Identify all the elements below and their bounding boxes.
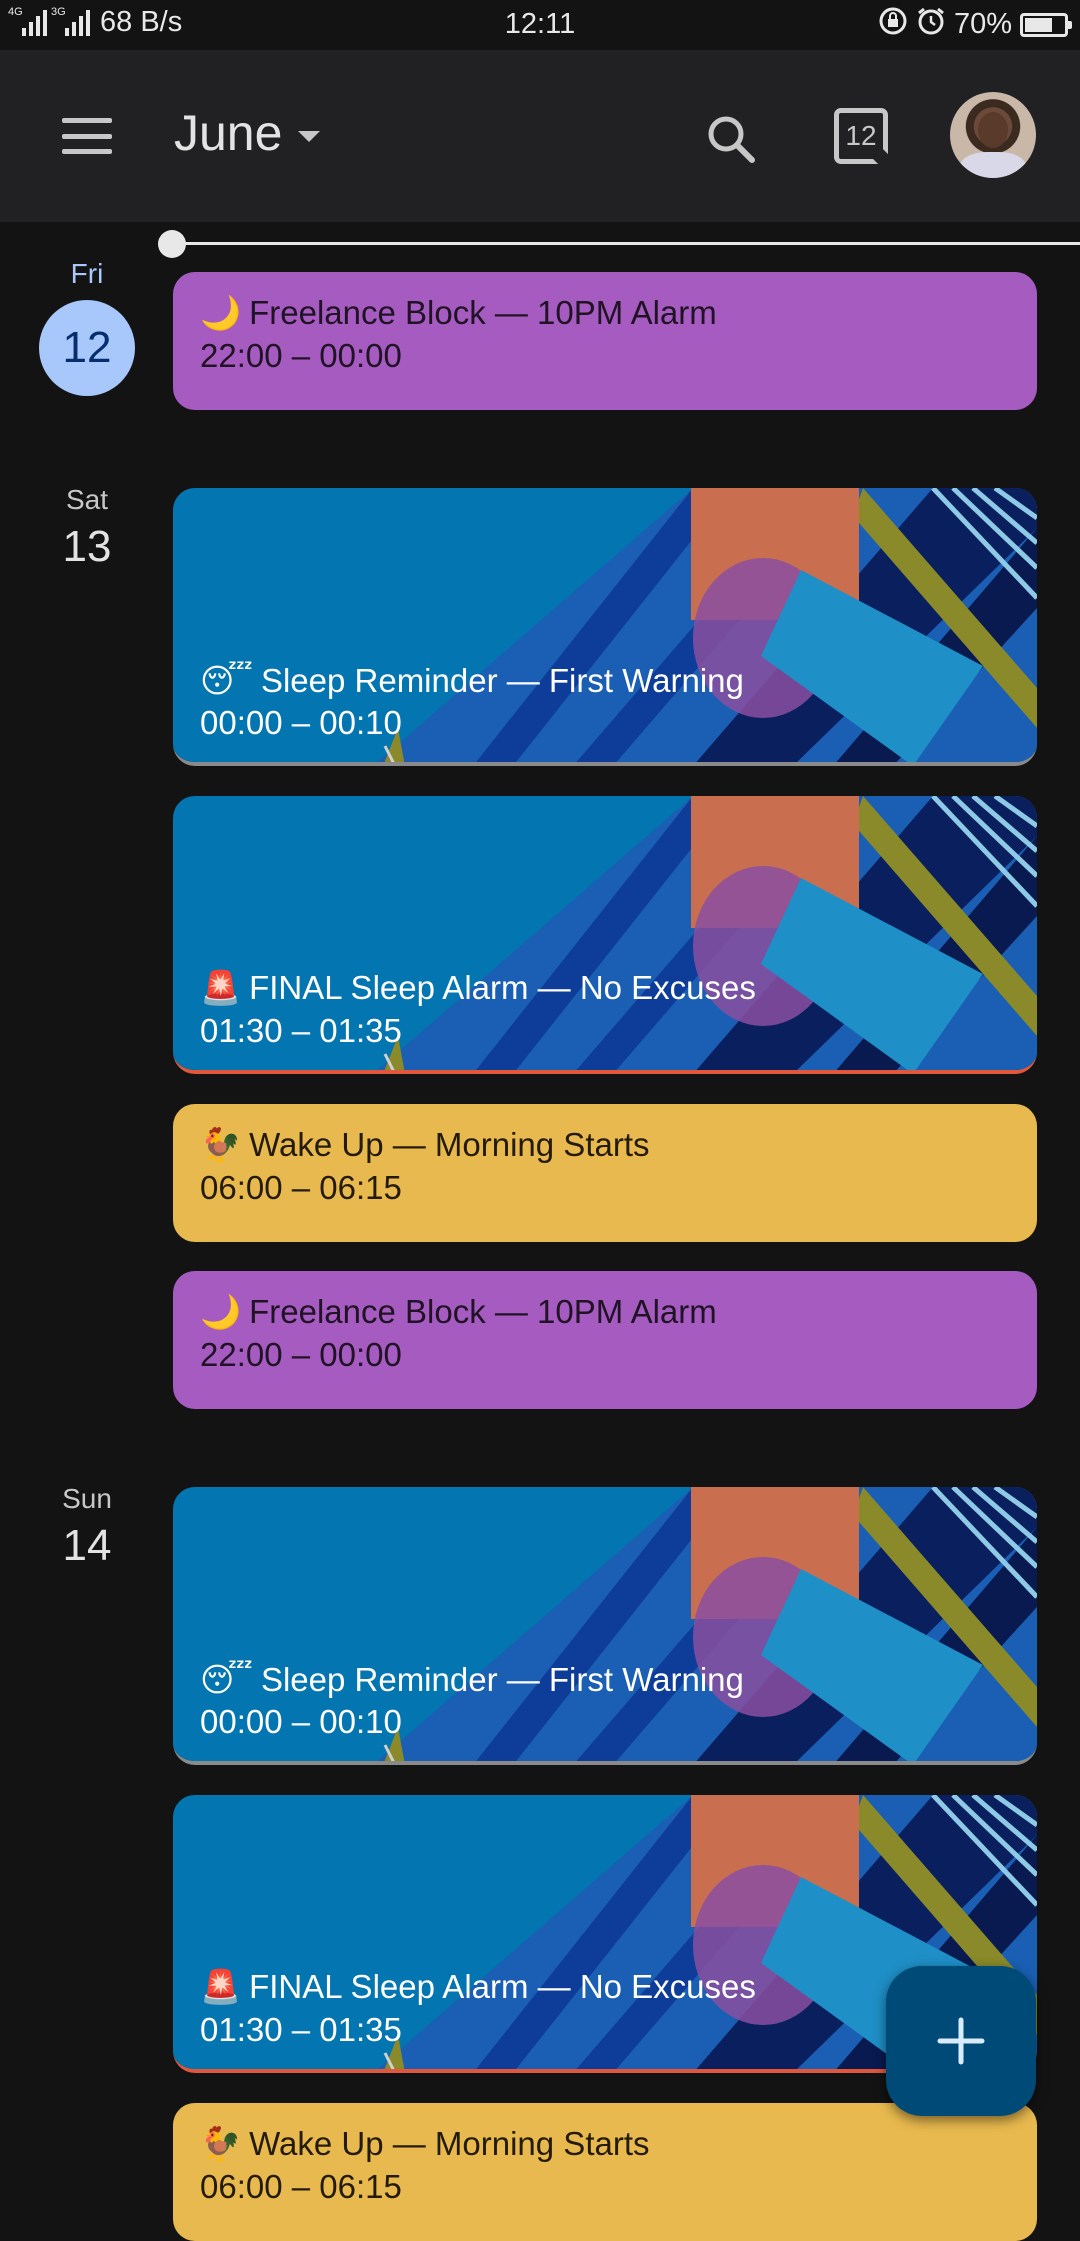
battery-percent: 70%: [953, 8, 1012, 40]
today-icon[interactable]: 12: [834, 108, 888, 164]
event-title: 😴 Sleep Reminder — First Warning: [200, 662, 744, 699]
menu-icon[interactable]: [62, 118, 112, 154]
event-time: 01:30 – 01:35: [200, 1012, 402, 1049]
event-time: 22:00 – 00:00: [200, 337, 402, 374]
add-event-button[interactable]: [886, 1966, 1036, 2116]
current-time-dot: [158, 230, 186, 258]
event-time: 00:00 – 00:10: [200, 704, 402, 741]
avatar-face: [978, 112, 1008, 148]
sleeping-face-icon: 😴: [200, 662, 253, 699]
event-time: 00:00 – 00:10: [200, 1703, 402, 1740]
day-name: Fri: [70, 258, 104, 289]
day-name: Sat: [65, 484, 109, 515]
status-bar: 4G 3G 68 B/s 12:11 70%: [0, 0, 1080, 50]
current-time-line: [172, 242, 1080, 245]
event-title: 🐓 Wake Up — Morning Starts: [200, 1126, 650, 1163]
event-card[interactable]: 😴 Sleep Reminder — First Warning 00:00 – …: [173, 488, 1037, 766]
day-label-sun[interactable]: Sun 14: [27, 1483, 147, 1571]
event-card[interactable]: 🌙 Freelance Block — 10PM Alarm 22:00 – 00…: [173, 272, 1037, 410]
event-time: 06:00 – 06:15: [200, 1169, 402, 1206]
month-selector[interactable]: June: [174, 104, 321, 162]
today-icon-number: 12: [845, 120, 877, 151]
day-label-sat[interactable]: Sat 13: [27, 484, 147, 572]
event-card[interactable]: 🐓 Wake Up — Morning Starts 06:00 – 06:15: [173, 2103, 1037, 2241]
siren-icon: 🚨: [200, 1968, 242, 2005]
rotation-lock-icon: [878, 6, 908, 43]
avatar[interactable]: [950, 92, 1036, 178]
event-title: 🚨 FINAL Sleep Alarm — No Excuses: [200, 969, 756, 1006]
event-title: 🌙 Freelance Block — 10PM Alarm: [200, 1293, 717, 1330]
event-title: 😴 Sleep Reminder — First Warning: [200, 1661, 744, 1698]
avatar-shirt: [960, 152, 1026, 178]
status-right: 70%: [878, 6, 1072, 43]
moon-icon: 🌙: [200, 1293, 242, 1330]
event-card[interactable]: 🌙 Freelance Block — 10PM Alarm 22:00 – 00…: [173, 1271, 1037, 1409]
search-icon[interactable]: [704, 112, 760, 168]
event-time: 22:00 – 00:00: [200, 1336, 402, 1373]
app-bar: June 12: [0, 50, 1080, 222]
battery-icon: [1020, 12, 1072, 37]
dropdown-caret-icon: [298, 130, 321, 142]
moon-icon: 🌙: [200, 294, 242, 331]
day-label-fri[interactable]: Fri 12: [27, 258, 147, 396]
day-number: 14: [62, 1521, 112, 1570]
event-title: 🐓 Wake Up — Morning Starts: [200, 2125, 650, 2162]
day-number: 12: [39, 300, 135, 396]
day-name: Sun: [62, 1483, 112, 1514]
event-title: 🌙 Freelance Block — 10PM Alarm: [200, 294, 717, 331]
siren-icon: 🚨: [200, 969, 242, 1006]
alarm-icon: [916, 6, 946, 43]
plus-icon: [937, 2017, 985, 2065]
event-card[interactable]: 🐓 Wake Up — Morning Starts 06:00 – 06:15: [173, 1104, 1037, 1242]
event-card[interactable]: 😴 Sleep Reminder — First Warning 00:00 – …: [173, 1487, 1037, 1765]
sleeping-face-icon: 😴: [200, 1661, 253, 1698]
event-time: 06:00 – 06:15: [200, 2168, 402, 2205]
rooster-icon: 🐓: [200, 2125, 242, 2162]
event-card[interactable]: 🚨 FINAL Sleep Alarm — No Excuses 01:30 – …: [173, 796, 1037, 1074]
month-label: June: [174, 105, 283, 161]
rooster-icon: 🐓: [200, 1126, 242, 1163]
day-number: 13: [62, 522, 112, 571]
